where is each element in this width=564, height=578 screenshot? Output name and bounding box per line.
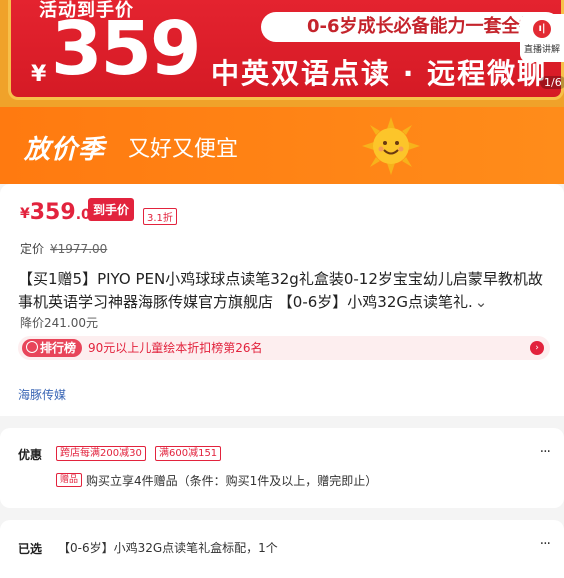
price-drop-note: 降价241.00元 [20, 316, 98, 330]
product-title[interactable]: 【买1赠5】PIYO PEN小鸡球球点读笔32g礼盒装0-12岁宝宝幼儿启蒙早教… [18, 268, 554, 314]
coupon-tag: 满600减151 [155, 446, 222, 461]
live-label: 直播讲解 [523, 45, 560, 55]
sun-mascot-icon [362, 117, 420, 175]
gift-text: 购买立享4件赠品（条件：购买1件及以上，赠完即止） [86, 474, 378, 488]
hero-banner[interactable]: 活动到手价 ¥ 359 0-6岁成长必备能力一套全搞 中英双语点读 · 远程微聊… [0, 0, 564, 107]
final-price-badge: 到手价 [88, 198, 135, 221]
shop-link[interactable]: 海豚传媒 [18, 386, 66, 403]
discount-badge: 3.1折 [143, 208, 177, 225]
ranking-text: 90元以上儿童绘本折扣榜第26名 [88, 341, 263, 355]
list-price-label: 定价 [20, 242, 45, 256]
selected-label: 已选 [18, 542, 43, 556]
hero-slogan: 中英双语点读 · 远程微聊 [211, 57, 548, 90]
more-icon[interactable]: ··· [540, 536, 551, 552]
coupon-tag: 跨店每满200减30 [56, 446, 146, 461]
more-icon[interactable]: ··· [540, 444, 551, 460]
gift-tag: 赠品 [56, 473, 83, 487]
live-explain-button[interactable]: ı| 直播讲解 [520, 14, 564, 62]
selected-variant-card[interactable]: 已选 【0-6岁】小鸡32G点读笔礼盒标配，1个 ··· [0, 520, 564, 578]
hero-price: 359 [51, 6, 201, 92]
product-title-text: 【买1赠5】PIYO PEN小鸡球球点读笔32g礼盒装0-12岁宝宝幼儿启蒙早教… [18, 270, 543, 311]
price-currency: ¥ [20, 206, 30, 222]
live-stream-icon: ı| [533, 20, 551, 38]
promo-title: 放价季 [24, 135, 106, 165]
price-card: ¥ 359 .00 到手价 3.1折 定价¥1977.00 【买1赠5】PIYO… [0, 184, 564, 416]
medal-icon [26, 341, 38, 353]
image-pager: 1/6 [540, 76, 564, 89]
hero-pill: 0-6岁成长必备能力一套全搞 [261, 12, 561, 42]
promo-subtitle: 又好又便宜 [128, 137, 239, 162]
hero-panel: 活动到手价 ¥ 359 0-6岁成长必备能力一套全搞 中英双语点读 · 远程微聊 [8, 0, 564, 100]
hero-currency: ¥ [31, 62, 47, 87]
product-page: 活动到手价 ¥ 359 0-6岁成长必备能力一套全搞 中英双语点读 · 远程微聊… [0, 0, 564, 578]
offers-label: 优惠 [18, 448, 43, 462]
ranking-badge: 排行榜 [22, 339, 83, 357]
chevron-right-icon: › [530, 341, 544, 355]
promo-strip: 放价季 又好又便宜 [0, 107, 564, 184]
offers-card[interactable]: 优惠 跨店每满200减30 满600减151 ··· 赠品 购买立享4件赠品（条… [0, 428, 564, 508]
list-price: 定价 ¥1977.00 [20, 240, 107, 257]
ranking-badge-label: 排行榜 [40, 341, 77, 355]
selected-value: 【0-6岁】小鸡32G点读笔礼盒标配，1个 [58, 541, 278, 555]
ranking-bar[interactable]: 排行榜 90元以上儿童绘本折扣榜第26名 › [18, 336, 550, 360]
price-integer: 359 [29, 200, 76, 225]
chevron-down-icon[interactable]: ⌄ [475, 291, 488, 314]
list-price-value: ¥1977.00 [50, 242, 108, 256]
